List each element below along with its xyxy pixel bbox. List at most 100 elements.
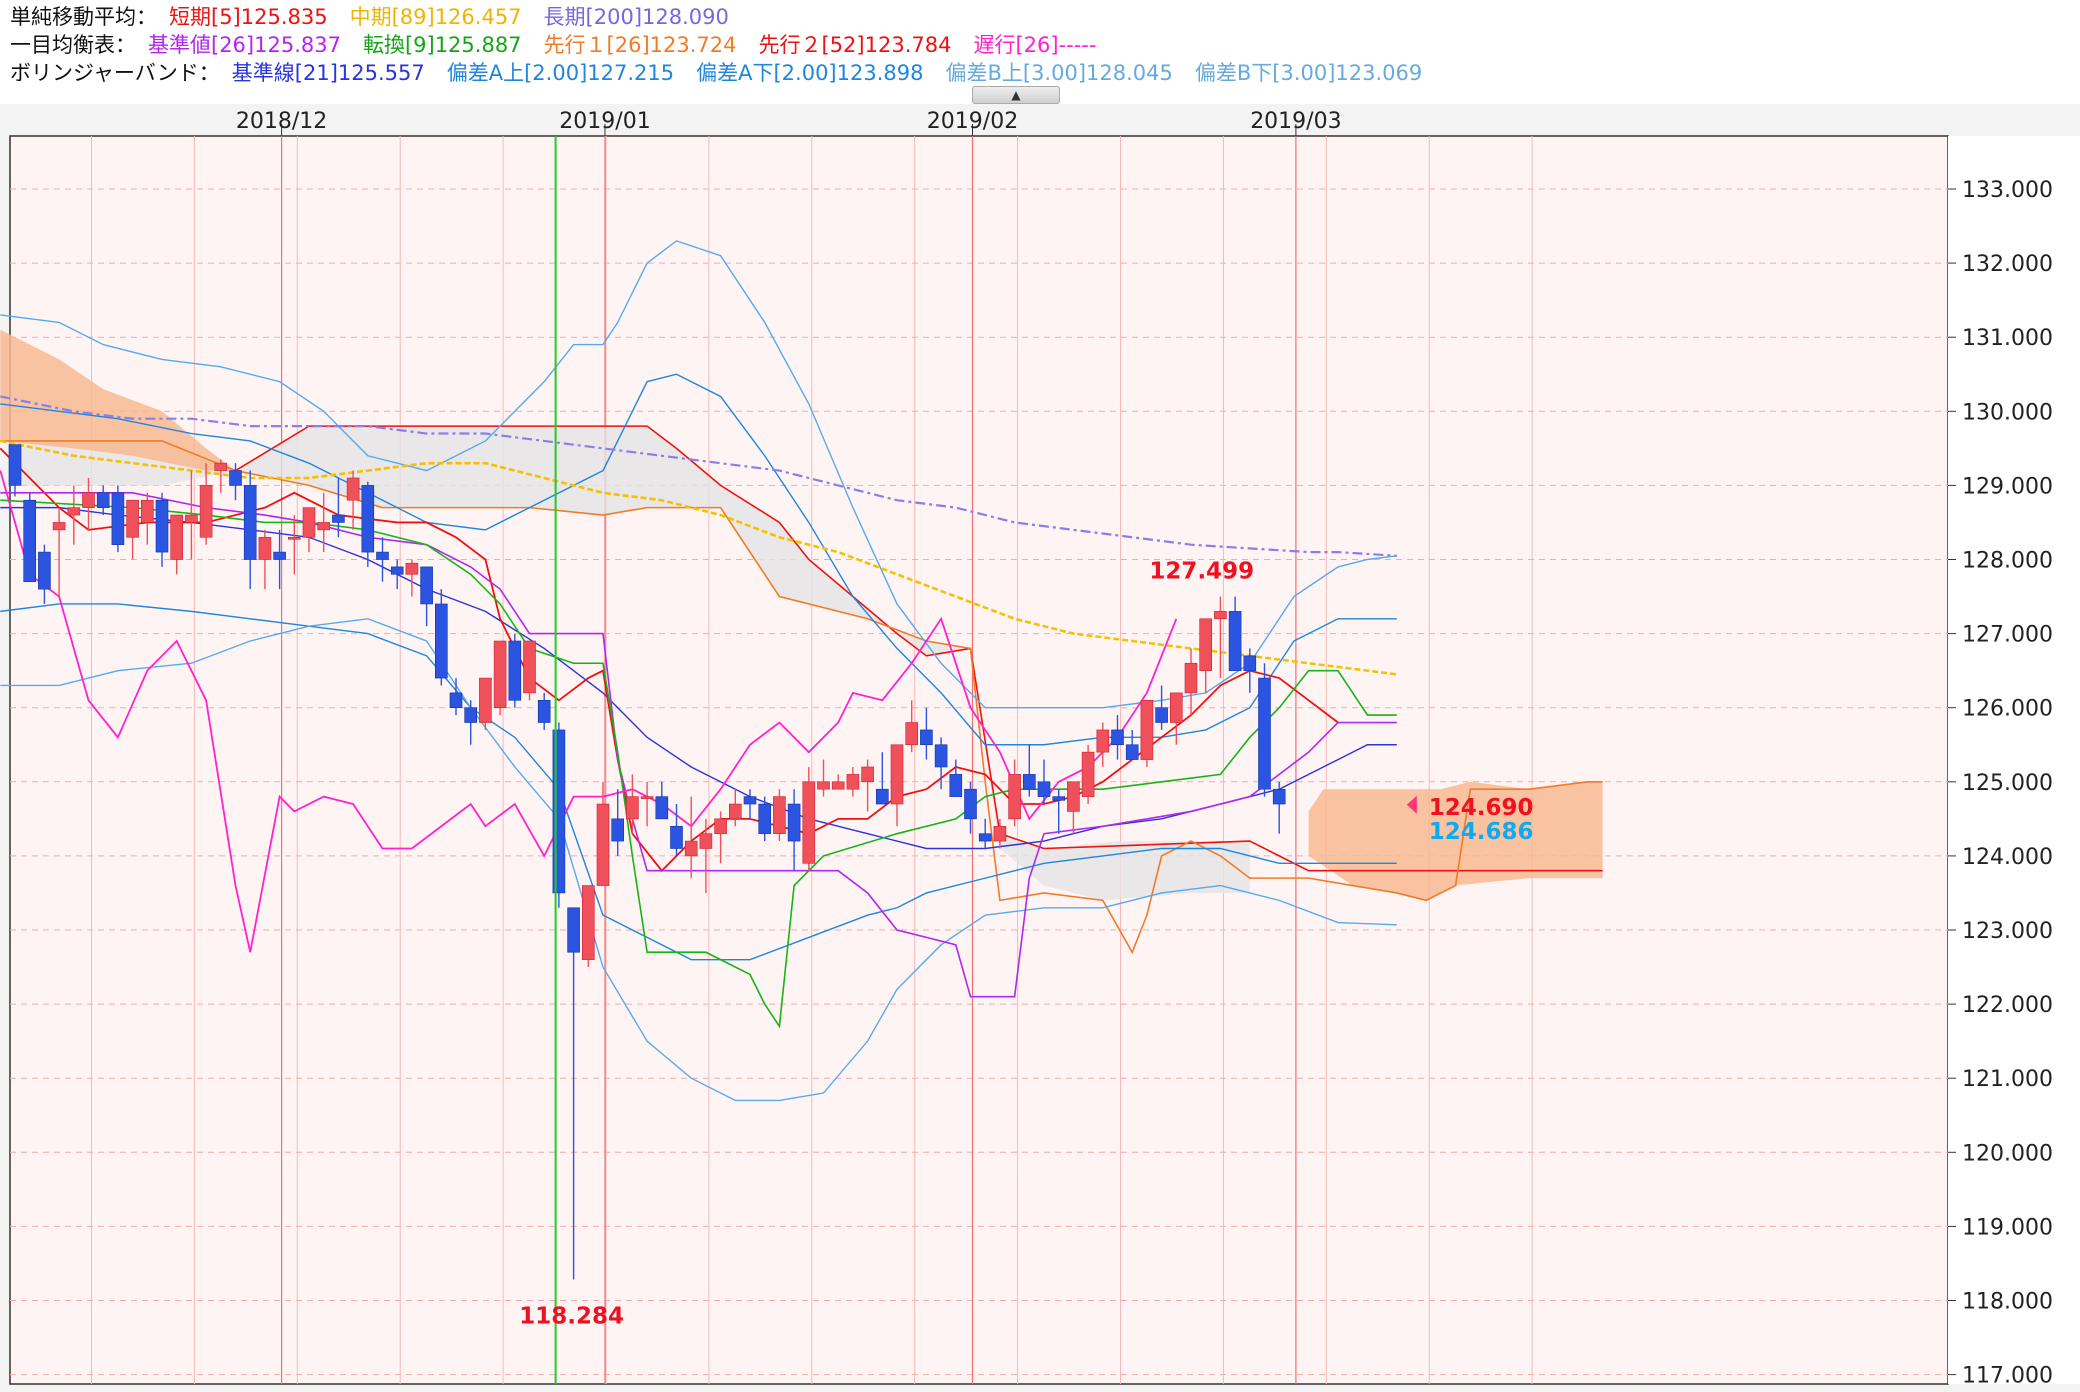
candle-body — [831, 781, 845, 790]
price-chart[interactable]: 117.000 118.000 119.000 120.000 121.000 122.0… — [0, 104, 2080, 1389]
candle-body — [376, 551, 389, 560]
candle-body — [126, 499, 139, 538]
candle-body — [1096, 729, 1110, 753]
candle-body — [537, 699, 551, 723]
candle-body — [243, 485, 257, 560]
candle-body — [1155, 707, 1168, 723]
candle-body — [581, 885, 595, 960]
candle-body — [302, 507, 316, 538]
bb-b-down-value: 偏差B下[3.00]123.069 — [1194, 61, 1423, 85]
candle-body — [567, 907, 580, 953]
candle-body — [1067, 781, 1080, 812]
sma-legend-label: 単純移動平均： — [10, 5, 157, 29]
y-tick-label: 119.000 — [1962, 1215, 2053, 1240]
candle-body — [890, 744, 904, 805]
candle-body — [802, 781, 816, 864]
candle-body — [773, 796, 786, 834]
candle-body — [449, 692, 463, 709]
candle-body — [420, 566, 433, 605]
y-tick-label: 120.000 — [1962, 1141, 2053, 1166]
candle-body — [949, 774, 963, 797]
candle-body — [185, 514, 198, 523]
tenkan-value: 転換[9]125.887 — [362, 33, 522, 57]
x-tick-label: 2019/01 — [559, 109, 650, 134]
candle-body — [1184, 662, 1198, 694]
candle-body — [67, 507, 81, 516]
sma-short-value: 短期[5]125.835 — [169, 5, 328, 29]
sma-long-value: 長期[200]128.090 — [543, 5, 729, 29]
candle-body — [111, 492, 125, 545]
y-tick-label: 118.000 — [1962, 1290, 2053, 1315]
candle-body — [1081, 751, 1095, 797]
candle-body — [287, 536, 301, 540]
candle-body — [699, 833, 713, 849]
candle-body — [1199, 618, 1212, 671]
bb-a-up-value: 偏差A上[2.00]127.215 — [446, 61, 675, 85]
candle-body — [405, 562, 419, 575]
chikou-value: 遅行[26]----- — [973, 33, 1097, 57]
candle-body — [464, 707, 478, 723]
last-price-label: 124.690 — [1429, 795, 1534, 821]
x-tick-label: 2018/12 — [236, 109, 327, 134]
ichimoku-legend-label: 一目均衡表： — [10, 33, 136, 57]
candle-body — [155, 499, 169, 553]
last-bid-label: 124.686 — [1429, 819, 1534, 845]
candle-body — [1170, 692, 1183, 723]
candle-body — [1228, 611, 1242, 671]
candle-body — [199, 485, 213, 538]
candle-body — [273, 551, 286, 560]
candle-body — [38, 551, 51, 590]
candle-body — [493, 640, 507, 709]
y-tick-label: 124.000 — [1962, 845, 2053, 870]
chart-area[interactable]: 117.000 118.000 119.000 120.000 121.000 122.0… — [0, 104, 2080, 1389]
candle-body — [1214, 611, 1227, 620]
candle-body — [390, 566, 404, 575]
candle-body — [1243, 655, 1257, 671]
candle-body — [684, 840, 698, 857]
candle-body — [743, 796, 757, 805]
candle-body — [846, 774, 860, 790]
x-tick-label: 2019/03 — [1250, 109, 1341, 134]
y-tick-label: 121.000 — [1962, 1067, 2053, 1092]
candle-body — [993, 825, 1007, 842]
candle-body — [8, 444, 22, 486]
candle-body — [978, 833, 992, 842]
candle-body — [626, 796, 639, 820]
candle-body — [82, 492, 95, 508]
bb-a-down-value: 偏差A下[2.00]123.898 — [696, 61, 924, 85]
kijun-value: 基準値[26]125.837 — [148, 33, 341, 57]
collapse-header-button[interactable]: ▲ — [972, 86, 1060, 104]
candle-body — [728, 803, 742, 820]
bollinger-legend-label: ボリンジャーバンド： — [10, 61, 220, 85]
y-tick-label: 128.000 — [1962, 549, 2053, 574]
candle-body — [596, 803, 610, 886]
candle-body — [96, 492, 110, 508]
indicator-header: 単純移動平均： 短期[5]125.835 中期[89]126.457 長期[200]1… — [0, 0, 2080, 104]
sma-mid-value: 中期[89]126.457 — [349, 5, 522, 29]
candle-body — [655, 796, 669, 820]
candle-body — [1052, 796, 1065, 801]
y-tick-label: 133.000 — [1962, 178, 2053, 203]
y-tick-label: 127.000 — [1962, 623, 2053, 648]
candle-body — [23, 499, 37, 583]
candle-body — [346, 477, 360, 501]
candle-body — [758, 803, 772, 834]
bb-b-up-value: 偏差B上[3.00]128.045 — [945, 61, 1173, 85]
candle-body — [1022, 774, 1036, 790]
senkou1-value: 先行１[26]123.724 — [543, 33, 737, 57]
candle-body — [317, 522, 331, 531]
chevron-up-icon: ▲ — [1011, 88, 1021, 102]
candle-body — [523, 640, 536, 694]
senkou2-value: 先行２[52]123.784 — [758, 33, 952, 57]
candle-body — [52, 522, 66, 531]
candle-body — [141, 499, 154, 523]
candle-body — [611, 818, 625, 842]
candle-body — [508, 640, 522, 701]
candle-body — [1008, 774, 1021, 820]
candle-body — [861, 766, 874, 783]
y-tick-label: 117.000 — [1962, 1364, 2053, 1388]
candle-body — [640, 796, 654, 799]
candle-body — [361, 485, 375, 553]
candle-body — [905, 722, 919, 746]
y-tick-label: 122.000 — [1962, 993, 2053, 1018]
